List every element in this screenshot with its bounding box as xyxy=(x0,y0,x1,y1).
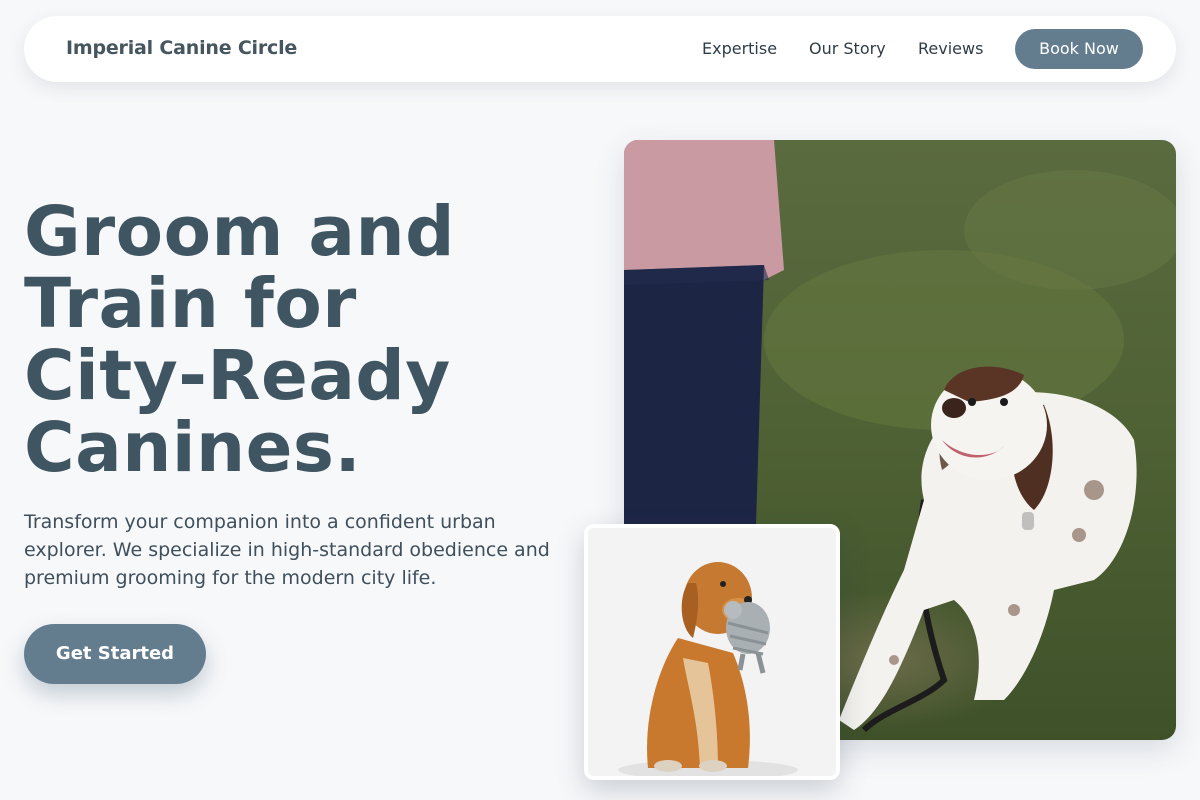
hero-title-line: Canines. xyxy=(24,408,362,488)
hero-title: Groom and Train for City-Ready Canines. xyxy=(24,196,584,484)
hero-title-line: Train for xyxy=(24,264,357,344)
dog-with-toy-image xyxy=(588,528,836,776)
top-navbar: Imperial Canine Circle Expertise Our Sto… xyxy=(24,16,1176,82)
nav-link-reviews[interactable]: Reviews xyxy=(918,39,983,58)
nav-link-our-story[interactable]: Our Story xyxy=(809,39,886,58)
nav-link-expertise[interactable]: Expertise xyxy=(702,39,777,58)
hero-inset-photo xyxy=(584,524,840,780)
hero-title-line: Groom and xyxy=(24,192,455,272)
hero-subtitle: Transform your companion into a confiden… xyxy=(24,511,550,589)
brand-logo-text[interactable]: Imperial Canine Circle xyxy=(66,37,297,59)
get-started-button[interactable]: Get Started xyxy=(24,624,206,684)
book-now-button[interactable]: Book Now xyxy=(1015,29,1143,69)
hero-title-line: City-Ready xyxy=(24,336,451,416)
